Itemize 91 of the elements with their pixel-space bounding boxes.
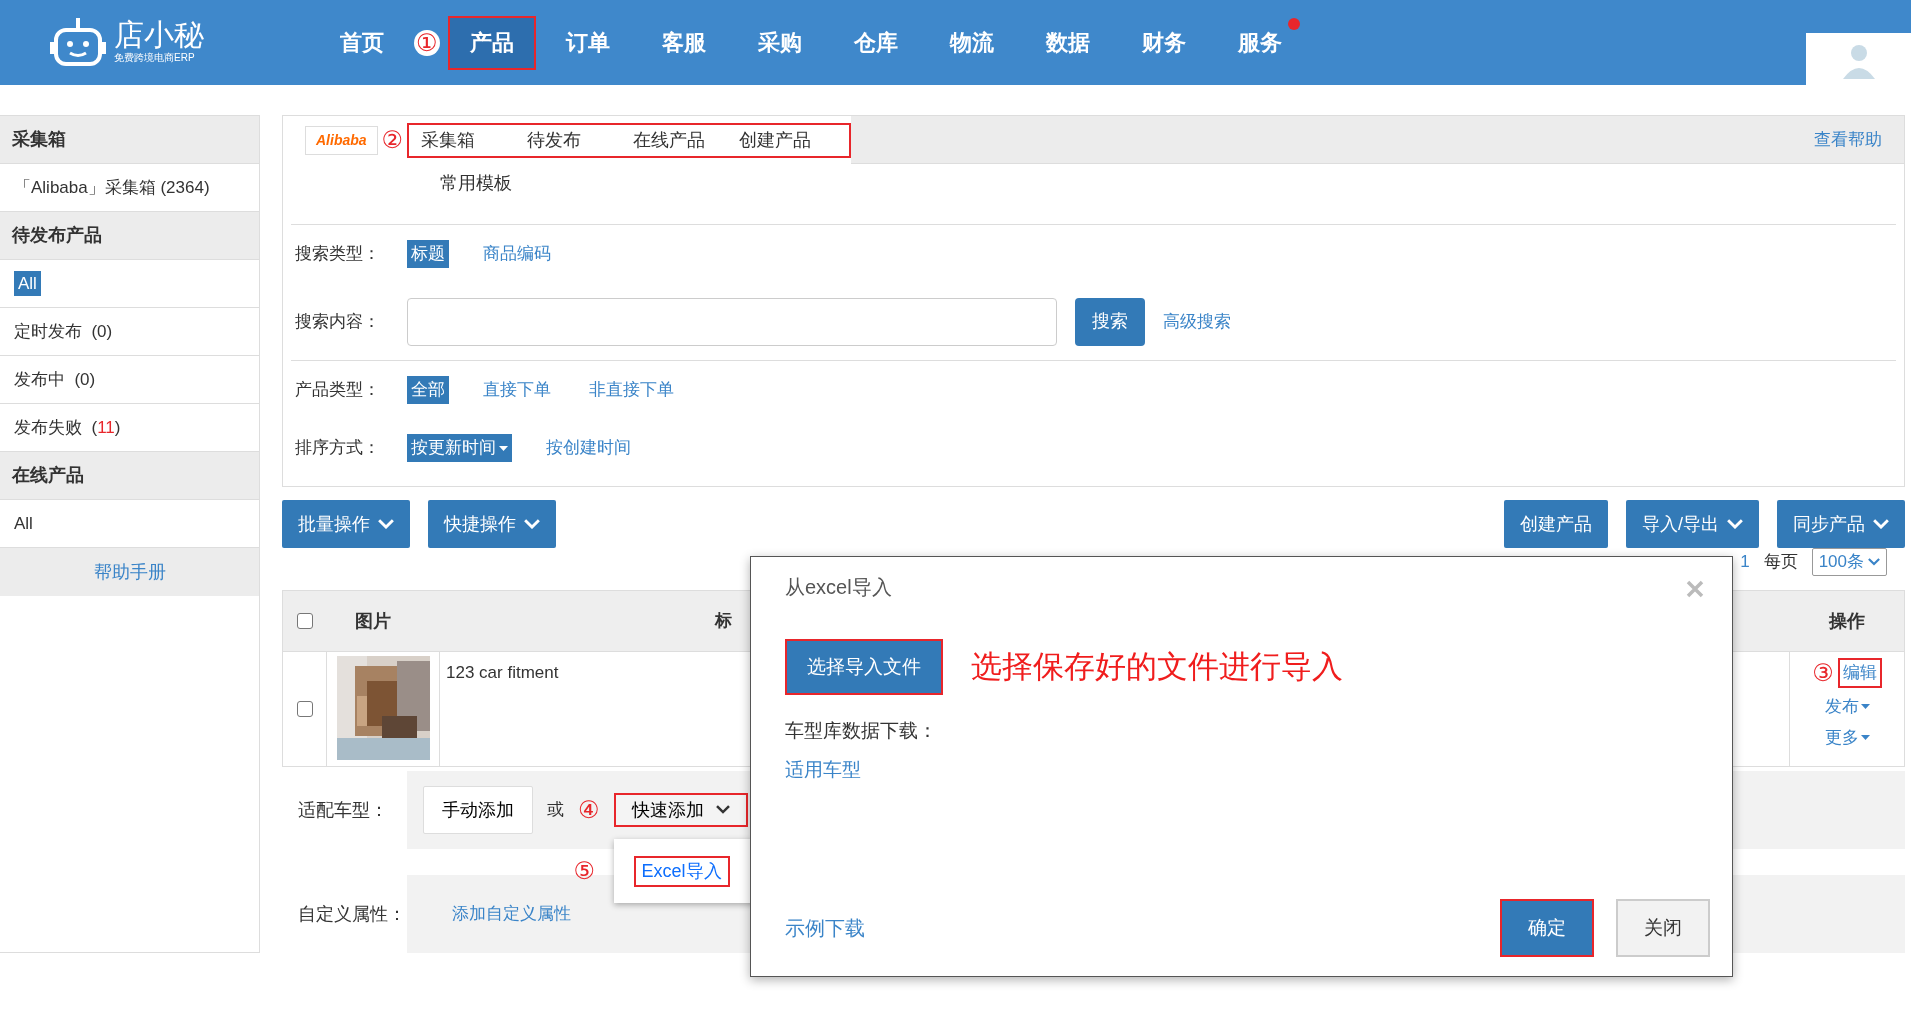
- sidebar-heading: 待发布产品: [0, 212, 259, 260]
- filter-option[interactable]: 商品编码: [479, 240, 555, 268]
- form-label: 自定义属性：: [297, 902, 407, 926]
- action-link[interactable]: 更多: [1821, 725, 1873, 751]
- sidebar-item[interactable]: 发布中 (0): [14, 366, 96, 393]
- dialog-title: 从excel导入: [785, 575, 892, 600]
- nav-tab[interactable]: 产品: [447, 15, 536, 70]
- sidebar-item[interactable]: 发布失败 (11): [14, 414, 121, 441]
- download-label: 车型库数据下载：: [785, 720, 937, 741]
- filter-label: 搜索内容：: [295, 310, 381, 333]
- nav-tab[interactable]: 数据: [1023, 15, 1112, 70]
- toolbar-button[interactable]: 导入/导出: [1626, 500, 1759, 548]
- nav-tab[interactable]: 首页: [318, 15, 406, 70]
- help-link[interactable]: 查看帮助: [1814, 126, 1882, 153]
- filter-label: 排序方式：: [295, 437, 381, 460]
- manual-add-button[interactable]: 手动添加: [423, 786, 533, 834]
- filter-option[interactable]: 直接下单: [479, 376, 555, 404]
- filter-label: 产品类型：: [295, 379, 381, 402]
- confirm-button[interactable]: 确定: [1500, 899, 1594, 957]
- nav-tab[interactable]: 物流: [927, 15, 1016, 70]
- nav-tab[interactable]: 订单: [543, 15, 632, 70]
- choose-file-button[interactable]: 选择导入文件: [785, 639, 943, 695]
- filter-option[interactable]: 全部: [407, 376, 449, 404]
- menu-item[interactable]: Excel导入: [633, 855, 730, 887]
- help-link[interactable]: 帮助手册: [93, 558, 166, 586]
- sidebar-item[interactable]: All: [14, 270, 41, 297]
- add-attribute-link[interactable]: 添加自定义属性: [452, 901, 571, 927]
- action-link[interactable]: 编辑: [1837, 658, 1882, 688]
- sidebar-heading: 在线产品: [0, 452, 259, 500]
- toolbar-button[interactable]: 同步产品: [1777, 500, 1905, 548]
- sub-tab[interactable]: 采集箱: [417, 126, 524, 154]
- sidebar-item[interactable]: 定时发布 (0): [14, 318, 113, 345]
- caret-icon: [499, 445, 508, 451]
- nav-tab[interactable]: 采购: [735, 15, 824, 70]
- sub-tab[interactable]: 创建产品: [735, 126, 842, 154]
- column-header: 操作: [1828, 609, 1865, 633]
- column-header: 图片: [355, 610, 391, 631]
- sample-download-link[interactable]: 示例下载: [785, 913, 865, 943]
- vehicle-model-link[interactable]: 适用车型: [785, 758, 861, 780]
- toolbar-button[interactable]: 创建产品: [1504, 500, 1608, 548]
- step-marker: ④: [578, 798, 600, 822]
- caret-icon: [1868, 558, 1880, 566]
- sub-tab[interactable]: 常用模板: [436, 173, 530, 193]
- caret-icon: [1860, 735, 1870, 741]
- caret-icon: [1727, 518, 1743, 530]
- sidebar-heading: 采集箱: [0, 116, 259, 164]
- filter-option[interactable]: 按创建时间: [542, 434, 635, 462]
- caret-icon: [715, 805, 730, 815]
- sidebar-item[interactable]: All: [14, 510, 33, 537]
- per-page-label: 每页: [1763, 551, 1798, 574]
- sub-tab[interactable]: 待发布: [523, 126, 630, 154]
- caret-icon: [378, 518, 394, 530]
- caret-icon: [1873, 518, 1889, 530]
- product-title: 123 car fitment: [446, 663, 559, 682]
- close-dialog-button[interactable]: 关闭: [1616, 899, 1710, 957]
- step-marker: ②: [381, 128, 404, 152]
- row-checkbox[interactable]: [296, 701, 313, 717]
- filter-option[interactable]: 非直接下单: [585, 376, 678, 404]
- step-marker: ①: [414, 29, 440, 56]
- sidebar-item[interactable]: 「Alibaba」采集箱 (2364): [14, 174, 210, 201]
- user-avatar[interactable]: [1806, 33, 1911, 85]
- platform-logo: Alibaba: [305, 125, 378, 155]
- filter-option[interactable]: 标题: [407, 240, 449, 268]
- step-marker: ⑤: [573, 859, 596, 883]
- logo-title: 店小秘: [114, 20, 204, 50]
- instruction-text: 选择保存好的文件进行导入: [971, 647, 1343, 686]
- caret-icon: [524, 518, 540, 530]
- sub-tab[interactable]: 在线产品: [629, 126, 736, 154]
- close-icon: [1686, 579, 1704, 598]
- search-button[interactable]: 搜索: [1075, 297, 1145, 346]
- select-all-checkbox[interactable]: [297, 613, 313, 629]
- step-marker: ③: [1812, 660, 1834, 685]
- per-page-select[interactable]: 100条: [1811, 548, 1887, 576]
- filter-option[interactable]: 按更新时间: [407, 434, 512, 462]
- quick-add-dropdown[interactable]: 快速添加: [613, 793, 748, 827]
- logo-subtitle: 免费跨境电商ERP: [114, 51, 196, 65]
- or-text: 或: [547, 799, 564, 822]
- toolbar-button[interactable]: 快捷操作: [428, 500, 556, 548]
- action-link[interactable]: 发布: [1821, 693, 1873, 719]
- advanced-search-link[interactable]: 高级搜索: [1163, 308, 1231, 335]
- nav-tab[interactable]: 仓库: [831, 15, 920, 70]
- filter-label: 搜索类型：: [295, 243, 381, 266]
- nav-tab[interactable]: 财务: [1119, 15, 1208, 70]
- column-header: 标: [715, 611, 732, 631]
- page-link[interactable]: 1: [1740, 549, 1750, 575]
- nav-tab[interactable]: 客服: [639, 15, 728, 70]
- toolbar-button[interactable]: 批量操作: [282, 500, 410, 548]
- nav-tab[interactable]: 服务: [1215, 15, 1304, 70]
- form-label: 适配车型：: [297, 798, 389, 822]
- caret-icon: [1860, 703, 1870, 709]
- search-field[interactable]: [407, 297, 1057, 346]
